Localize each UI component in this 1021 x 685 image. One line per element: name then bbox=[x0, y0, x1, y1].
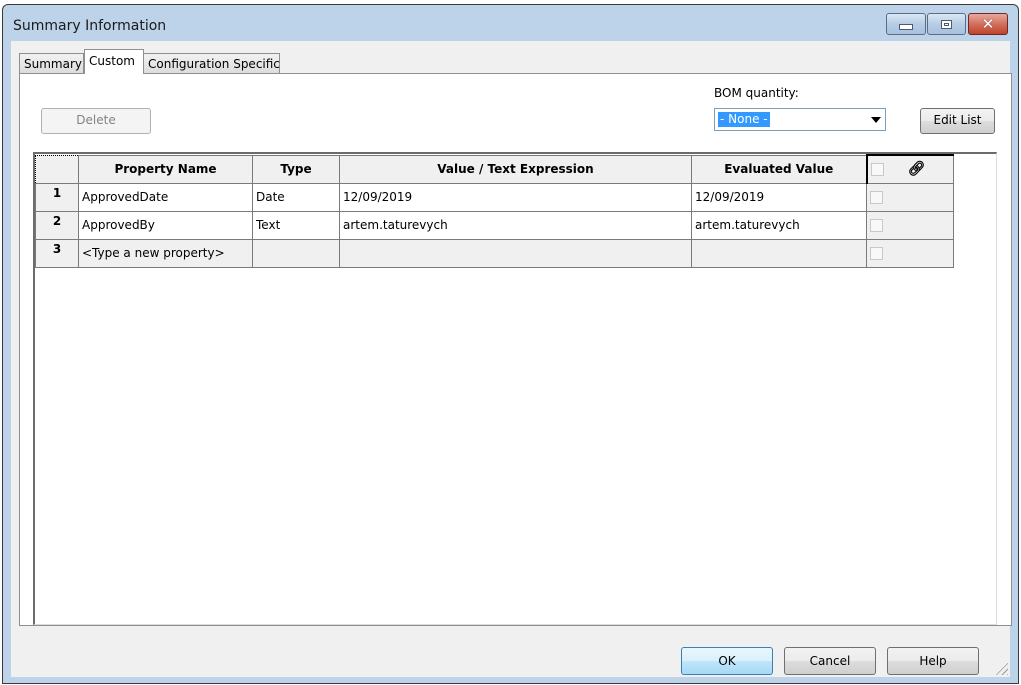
table-row[interactable]: 2 ApprovedBy Text artem.taturevych artem… bbox=[35, 210, 954, 240]
title-bar[interactable]: Summary Information ✕ bbox=[3, 5, 1018, 41]
type-cell[interactable]: Date bbox=[252, 182, 340, 212]
select-all-corner[interactable] bbox=[35, 154, 79, 184]
link-checkbox[interactable] bbox=[870, 191, 883, 204]
type-cell[interactable]: Text bbox=[252, 210, 340, 240]
column-header-value[interactable]: Value / Text Expression bbox=[339, 154, 692, 184]
minimize-icon bbox=[899, 24, 913, 30]
row-number[interactable]: 3 bbox=[35, 238, 79, 268]
value-cell[interactable]: 12/09/2019 bbox=[339, 182, 692, 212]
link-cell bbox=[866, 182, 954, 212]
properties-table: Property Name Type Value / Text Expressi… bbox=[35, 154, 954, 268]
tab-custom[interactable]: Custom bbox=[84, 49, 144, 74]
summary-information-dialog: Summary Information ✕ Summary Custom Con… bbox=[2, 4, 1019, 684]
column-header-property-name[interactable]: Property Name bbox=[78, 154, 253, 184]
column-header-type[interactable]: Type bbox=[252, 154, 340, 184]
column-header-evaluated-value[interactable]: Evaluated Value bbox=[691, 154, 867, 184]
evaluated-value-cell: artem.taturevych bbox=[691, 210, 867, 240]
minimize-button[interactable] bbox=[886, 13, 926, 35]
link-icon: 🔗︎ bbox=[907, 161, 926, 178]
cancel-button[interactable]: Cancel bbox=[784, 647, 876, 675]
close-button[interactable]: ✕ bbox=[968, 13, 1008, 35]
dialog-body: Summary Custom Configuration Specific De… bbox=[11, 41, 1012, 677]
link-cell bbox=[866, 210, 954, 240]
maximize-icon bbox=[941, 19, 952, 29]
row-number[interactable]: 2 bbox=[35, 210, 79, 240]
link-cell bbox=[866, 238, 954, 268]
edit-list-button[interactable]: Edit List bbox=[920, 108, 995, 134]
delete-button[interactable]: Delete bbox=[41, 108, 151, 134]
row-number[interactable]: 1 bbox=[35, 182, 79, 212]
column-header-link: 🔗︎ bbox=[865, 154, 954, 184]
maximize-button[interactable] bbox=[927, 13, 966, 35]
chevron-down-icon[interactable] bbox=[871, 117, 881, 123]
table-row[interactable]: 1 ApprovedDate Date 12/09/2019 12/09/201… bbox=[35, 182, 954, 212]
link-checkbox[interactable] bbox=[870, 219, 883, 232]
link-all-checkbox[interactable] bbox=[870, 162, 884, 176]
property-name-cell[interactable]: <Type a new property> bbox=[78, 238, 253, 268]
evaluated-value-cell bbox=[691, 238, 867, 268]
bom-quantity-value: - None - bbox=[718, 112, 770, 127]
type-cell[interactable] bbox=[252, 238, 340, 268]
property-name-cell[interactable]: ApprovedDate bbox=[78, 182, 253, 212]
help-button[interactable]: Help bbox=[887, 647, 979, 675]
header-row: Property Name Type Value / Text Expressi… bbox=[35, 154, 954, 184]
value-cell[interactable]: artem.taturevych bbox=[339, 210, 692, 240]
property-name-cell[interactable]: ApprovedBy bbox=[78, 210, 253, 240]
value-cell[interactable] bbox=[339, 238, 692, 268]
bom-quantity-label: BOM quantity: bbox=[714, 86, 799, 100]
evaluated-value-cell: 12/09/2019 bbox=[691, 182, 867, 212]
ok-button[interactable]: OK bbox=[681, 647, 773, 675]
window-title: Summary Information bbox=[13, 18, 167, 34]
resize-grip-icon[interactable] bbox=[994, 661, 1008, 675]
bom-quantity-dropdown[interactable]: - None - bbox=[714, 108, 886, 131]
tab-summary[interactable]: Summary bbox=[19, 53, 84, 73]
properties-grid: Property Name Type Value / Text Expressi… bbox=[33, 152, 997, 625]
custom-properties-panel: Delete BOM quantity: - None - Edit List … bbox=[19, 73, 1012, 626]
close-icon: ✕ bbox=[981, 14, 995, 33]
link-checkbox[interactable] bbox=[870, 247, 883, 260]
new-property-row[interactable]: 3 <Type a new property> bbox=[35, 238, 954, 268]
tab-configuration-specific[interactable]: Configuration Specific bbox=[143, 53, 280, 73]
